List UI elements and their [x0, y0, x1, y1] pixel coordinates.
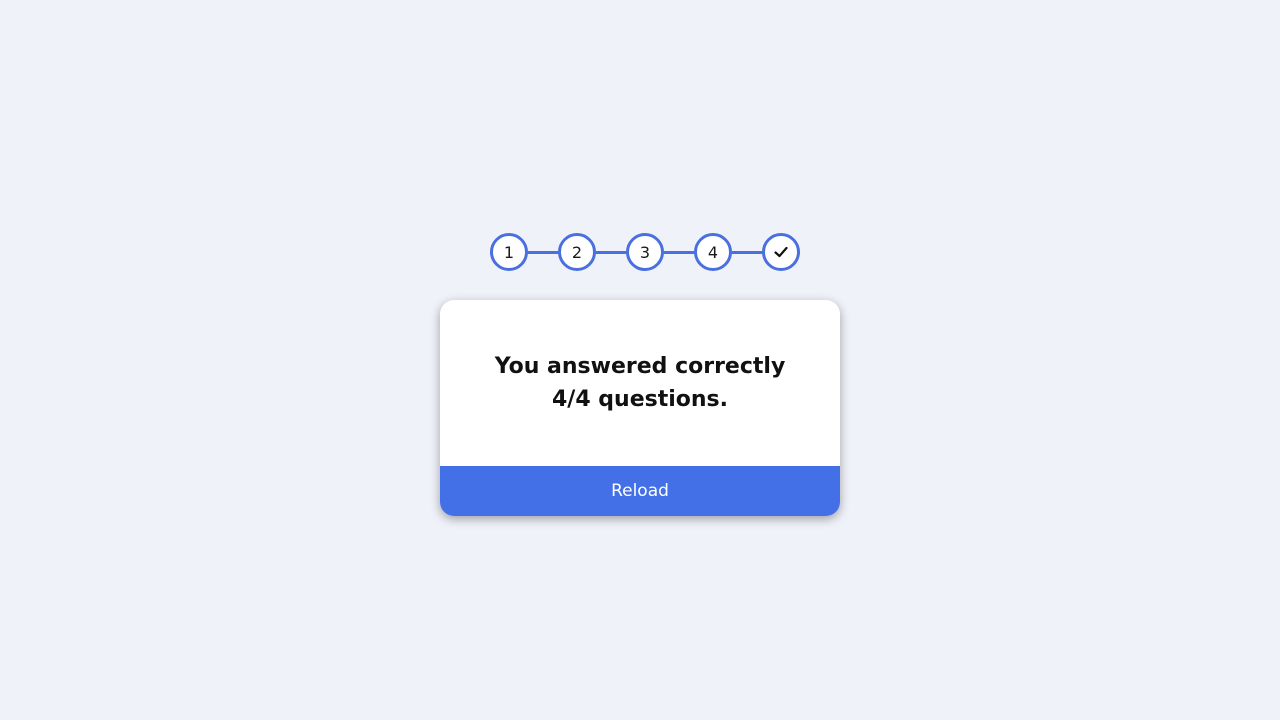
progress-stepper: 1 2 3 4	[490, 233, 800, 271]
reload-button[interactable]: Reload	[440, 466, 840, 516]
step-2: 2	[558, 233, 596, 271]
step-complete	[762, 233, 800, 271]
step-1: 1	[490, 233, 528, 271]
step-4-label: 4	[707, 242, 719, 262]
step-3: 3	[626, 233, 664, 271]
step-4: 4	[694, 233, 732, 271]
step-1-label: 1	[503, 242, 515, 262]
quiz-page: 1 2 3 4 You answered correctly 4/4 quest…	[0, 0, 1280, 720]
step-2-label: 2	[571, 242, 583, 262]
step-connector	[528, 250, 558, 254]
result-card: You answered correctly 4/4 questions. Re…	[440, 300, 840, 516]
result-message: You answered correctly 4/4 questions.	[494, 354, 786, 412]
step-connector	[732, 250, 762, 254]
step-connector	[596, 250, 626, 254]
step-connector	[664, 250, 694, 254]
check-icon	[773, 244, 789, 260]
step-3-label: 3	[639, 242, 651, 262]
result-card-body: You answered correctly 4/4 questions.	[440, 300, 840, 466]
